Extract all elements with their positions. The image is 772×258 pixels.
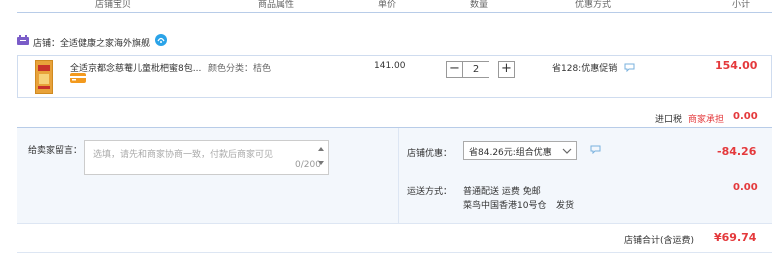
total-divider [17, 223, 772, 224]
col-shop-product: 店铺宝贝 [95, 0, 132, 10]
import-tax-label: 进口税 [655, 115, 683, 125]
column-header: 店铺宝贝 商品属性 单价 数量 优惠方式 小计 [0, 0, 772, 10]
product-title-link[interactable]: 全适京都念慈菴儿童枇杷蜜8包... [70, 61, 201, 74]
col-quantity: 数量 [470, 0, 489, 10]
col-subtotal: 小计 [732, 0, 751, 10]
discount-chat-icon[interactable] [590, 145, 601, 155]
decrease-quantity-button[interactable]: − [446, 61, 463, 78]
shipping-dispatch: 发货 [556, 201, 575, 211]
quantity-input[interactable]: 2 [463, 61, 489, 78]
shipping-warehouse: 菜鸟中国香港10号仓 [463, 201, 547, 211]
discount-select[interactable]: 省84.26元:组合优惠 [463, 141, 577, 160]
product-attribute: 颜色分类：桔色 [208, 64, 272, 74]
shipping-amount: 0.00 [733, 182, 758, 193]
import-tax-amount: 0.00 [733, 111, 758, 122]
chat-bubble-icon[interactable] [624, 63, 635, 73]
shop-total-label: 店铺合计(含运费) [624, 236, 695, 246]
discount-label: 店铺优惠： [407, 149, 453, 159]
col-promotion: 优惠方式 [575, 0, 612, 10]
increase-quantity-button[interactable]: + [498, 61, 515, 78]
tax-bearer: 商家承担 [688, 115, 725, 125]
message-label: 给卖家留言： [28, 146, 83, 156]
credit-card-icon [70, 73, 86, 83]
shipping-method: 普通配送 运费 免邮 [463, 187, 541, 197]
shop-total-amount: ¥69.74 [714, 231, 757, 244]
panel-divider [398, 128, 399, 223]
item-subtotal: 154.00 [715, 59, 758, 72]
discount-selected-value: 省84.26元:组合优惠 [469, 148, 552, 158]
tmall-badge-icon [155, 34, 167, 46]
product-thumbnail[interactable] [35, 60, 53, 94]
col-attrs: 商品属性 [258, 0, 295, 10]
discount-amount: -84.26 [717, 145, 757, 158]
bottom-divider [17, 252, 772, 253]
shop-icon [17, 35, 29, 45]
promotion-text: 省128:优惠促销 [552, 64, 618, 74]
unit-price: 141.00 [374, 61, 406, 71]
shipping-label: 运送方式： [407, 187, 453, 197]
shop-name-link[interactable]: 店铺：全适健康之家海外旗舰 [33, 36, 150, 49]
chevron-down-icon [562, 146, 572, 156]
header-divider [17, 12, 772, 13]
textarea-scrollbar[interactable] [317, 145, 325, 167]
seller-message-textarea[interactable]: 选填，请先和商家协商一致，付款后商家可见 0/200 [84, 140, 329, 175]
message-placeholder: 选填，请先和商家协商一致，付款后商家可见 [93, 150, 274, 160]
col-unit-price: 单价 [378, 0, 397, 10]
